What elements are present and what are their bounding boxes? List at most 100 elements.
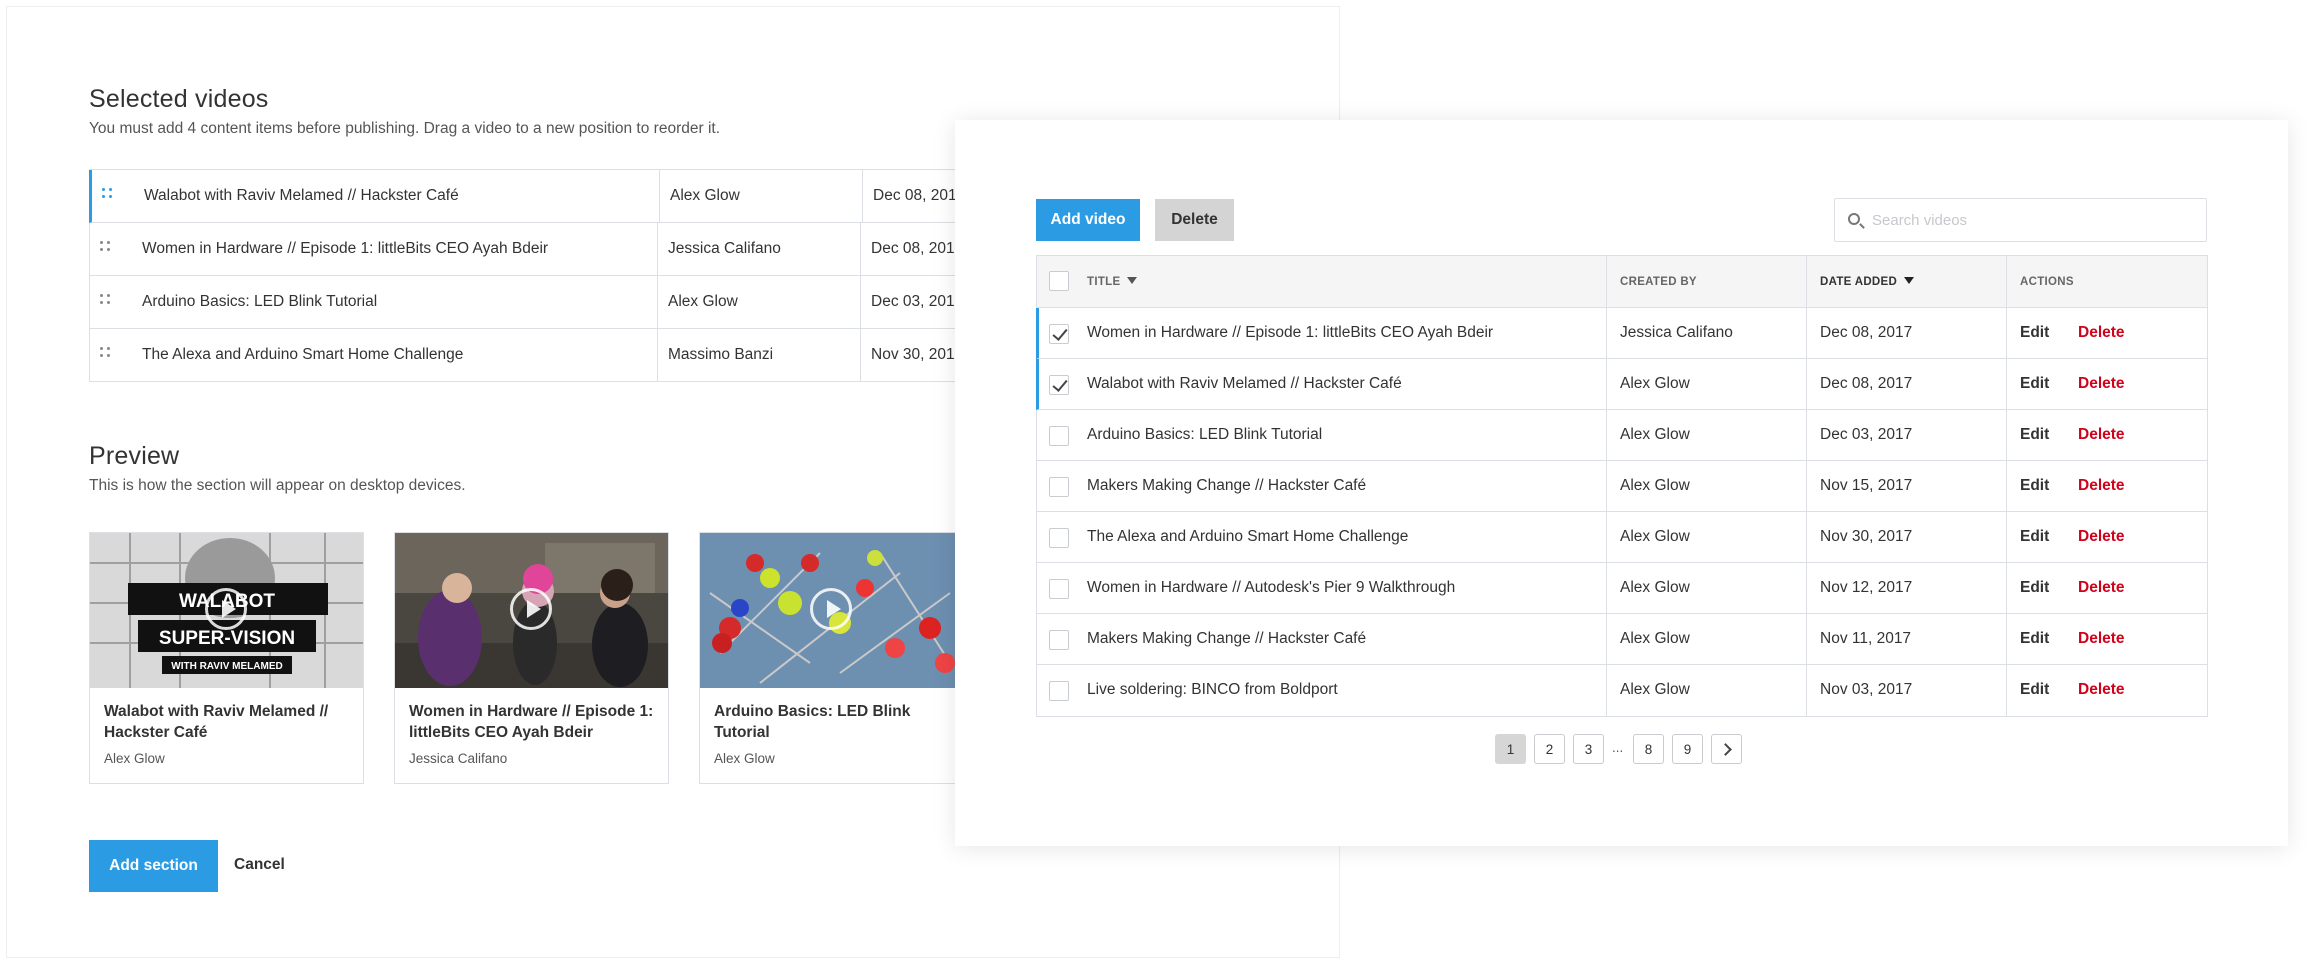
play-icon[interactable] [810, 588, 852, 630]
add-section-button[interactable]: Add section [89, 840, 218, 892]
preview-card[interactable]: Women in Hardware // Episode 1: littleBi… [394, 532, 669, 784]
row-date-added: Nov 11, 2017 [1820, 630, 1912, 647]
selected-video-date: Dec 03, 2017 [871, 293, 964, 310]
row-edit-button[interactable]: Edit [2020, 426, 2049, 444]
row-title: Arduino Basics: LED Blink Tutorial [1087, 426, 1323, 443]
delete-selected-button[interactable]: Delete [1155, 199, 1234, 241]
video-thumbnail [700, 533, 962, 688]
next-page-button[interactable] [1711, 734, 1742, 764]
selected-video-author: Alex Glow [668, 293, 738, 310]
search-icon [1848, 213, 1860, 225]
search-input[interactable]: Search videos [1834, 198, 2207, 242]
row-created-by: Alex Glow [1620, 375, 1690, 392]
selected-video-author: Jessica Califano [668, 240, 781, 257]
chevron-right-icon [1718, 742, 1732, 756]
thumbnail-text: WITH RAVIV MELAMED [171, 661, 282, 672]
row-date-added: Nov 30, 2017 [1820, 528, 1913, 545]
page-button-9[interactable]: 9 [1672, 734, 1703, 764]
pagination-ellipsis: ... [1612, 740, 1624, 755]
selected-video-title: Walabot with Raviv Melamed // Hackster C… [144, 187, 459, 204]
row-delete-button[interactable]: Delete [2078, 681, 2125, 699]
row-title: Women in Hardware // Autodesk's Pier 9 W… [1087, 579, 1456, 596]
selected-video-title: Arduino Basics: LED Blink Tutorial [142, 293, 378, 310]
row-checkbox[interactable] [1049, 477, 1069, 497]
row-date-added: Nov 03, 2017 [1820, 681, 1913, 698]
row-checkbox[interactable] [1049, 324, 1069, 344]
row-title: Walabot with Raviv Melamed // Hackster C… [1087, 375, 1402, 392]
preview-card-title: Walabot with Raviv Melamed // Hackster C… [104, 703, 329, 741]
row-edit-button[interactable]: Edit [2020, 477, 2049, 495]
drag-handle-icon[interactable] [100, 294, 112, 310]
row-created-by: Alex Glow [1620, 681, 1690, 698]
row-title: Makers Making Change // Hackster Café [1087, 630, 1367, 647]
row-title: The Alexa and Arduino Smart Home Challen… [1087, 528, 1409, 545]
preview-card-title: Arduino Basics: LED Blink Tutorial [714, 703, 911, 741]
row-checkbox[interactable] [1049, 528, 1069, 548]
page-button-1[interactable]: 1 [1495, 734, 1526, 764]
row-edit-button[interactable]: Edit [2020, 375, 2049, 393]
row-edit-button[interactable]: Edit [2020, 579, 2049, 597]
selected-video-title: The Alexa and Arduino Smart Home Challen… [142, 346, 464, 363]
play-icon[interactable] [510, 588, 552, 630]
row-edit-button[interactable]: Edit [2020, 681, 2049, 699]
row-title: Makers Making Change // Hackster Café [1087, 477, 1367, 494]
column-header-actions: ACTIONS [2020, 276, 2074, 288]
table-row[interactable]: Makers Making Change // Hackster Café Ale… [1037, 461, 2207, 512]
drag-handle-icon[interactable] [100, 347, 112, 363]
table-row[interactable]: Live soldering: BINCO from Boldport Alex … [1037, 665, 2207, 716]
cancel-button[interactable]: Cancel [234, 856, 285, 874]
row-delete-button[interactable]: Delete [2078, 528, 2125, 546]
play-icon[interactable] [205, 588, 247, 630]
sort-caret-icon [1904, 277, 1915, 284]
row-created-by: Alex Glow [1620, 579, 1690, 596]
table-row[interactable]: Makers Making Change // Hackster Café Ale… [1037, 614, 2207, 665]
row-edit-button[interactable]: Edit [2020, 528, 2049, 546]
row-delete-button[interactable]: Delete [2078, 324, 2125, 342]
drag-handle-icon[interactable] [102, 188, 114, 204]
preview-card[interactable]: Arduino Basics: LED Blink Tutorial Alex … [699, 532, 962, 784]
selected-video-date: Dec 08, 2017 [873, 187, 966, 204]
selected-video-title: Women in Hardware // Episode 1: littleBi… [142, 240, 549, 257]
row-checkbox[interactable] [1049, 375, 1069, 395]
row-date-added: Nov 15, 2017 [1820, 477, 1913, 494]
row-edit-button[interactable]: Edit [2020, 630, 2049, 648]
row-delete-button[interactable]: Delete [2078, 579, 2125, 597]
column-header-title[interactable]: TITLE [1087, 276, 1138, 288]
video-thumbnail [395, 533, 668, 688]
row-delete-button[interactable]: Delete [2078, 477, 2125, 495]
column-header-created-by[interactable]: CREATED BY [1620, 276, 1697, 288]
table-header: TITLE CREATED BY DATE ADDED ACTIONS [1037, 256, 2207, 308]
table-row[interactable]: Walabot with Raviv Melamed // Hackster C… [1036, 359, 2207, 410]
select-all-checkbox[interactable] [1049, 271, 1069, 291]
selected-video-date: Nov 30, 2017 [871, 346, 964, 363]
row-checkbox[interactable] [1049, 681, 1069, 701]
column-header-date-added[interactable]: DATE ADDED [1820, 276, 1915, 288]
row-delete-button[interactable]: Delete [2078, 426, 2125, 444]
page-button-8[interactable]: 8 [1633, 734, 1664, 764]
drag-handle-icon[interactable] [100, 241, 112, 257]
add-video-button[interactable]: Add video [1036, 199, 1140, 241]
table-row[interactable]: Women in Hardware // Autodesk's Pier 9 W… [1037, 563, 2207, 614]
row-edit-button[interactable]: Edit [2020, 324, 2049, 342]
row-checkbox[interactable] [1049, 426, 1069, 446]
video-thumbnail: WALABOT SUPER-VISION WITH RAVIV MELAMED [90, 533, 363, 688]
table-row[interactable]: Women in Hardware // Episode 1: littleBi… [1036, 308, 2207, 359]
preview-card-title: Women in Hardware // Episode 1: littleBi… [409, 703, 654, 741]
table-row[interactable]: The Alexa and Arduino Smart Home Challen… [1037, 512, 2207, 563]
row-checkbox[interactable] [1049, 579, 1069, 599]
preview-card[interactable]: WALABOT SUPER-VISION WITH RAVIV MELAMED … [89, 532, 364, 784]
row-date-added: Dec 03, 2017 [1820, 426, 1913, 443]
row-created-by: Alex Glow [1620, 477, 1690, 494]
row-checkbox[interactable] [1049, 630, 1069, 650]
row-delete-button[interactable]: Delete [2078, 375, 2125, 393]
page-button-3[interactable]: 3 [1573, 734, 1604, 764]
search-placeholder: Search videos [1872, 212, 1968, 229]
preview-heading: Preview [89, 442, 180, 470]
page-button-2[interactable]: 2 [1534, 734, 1565, 764]
row-date-added: Dec 08, 2017 [1820, 324, 1913, 341]
table-row[interactable]: Arduino Basics: LED Blink Tutorial Alex G… [1037, 410, 2207, 461]
row-created-by: Jessica Califano [1620, 324, 1733, 341]
row-delete-button[interactable]: Delete [2078, 630, 2125, 648]
preview-card-author: Jessica Califano [409, 751, 508, 766]
table-body: Women in Hardware // Episode 1: littleBi… [1036, 308, 2207, 716]
